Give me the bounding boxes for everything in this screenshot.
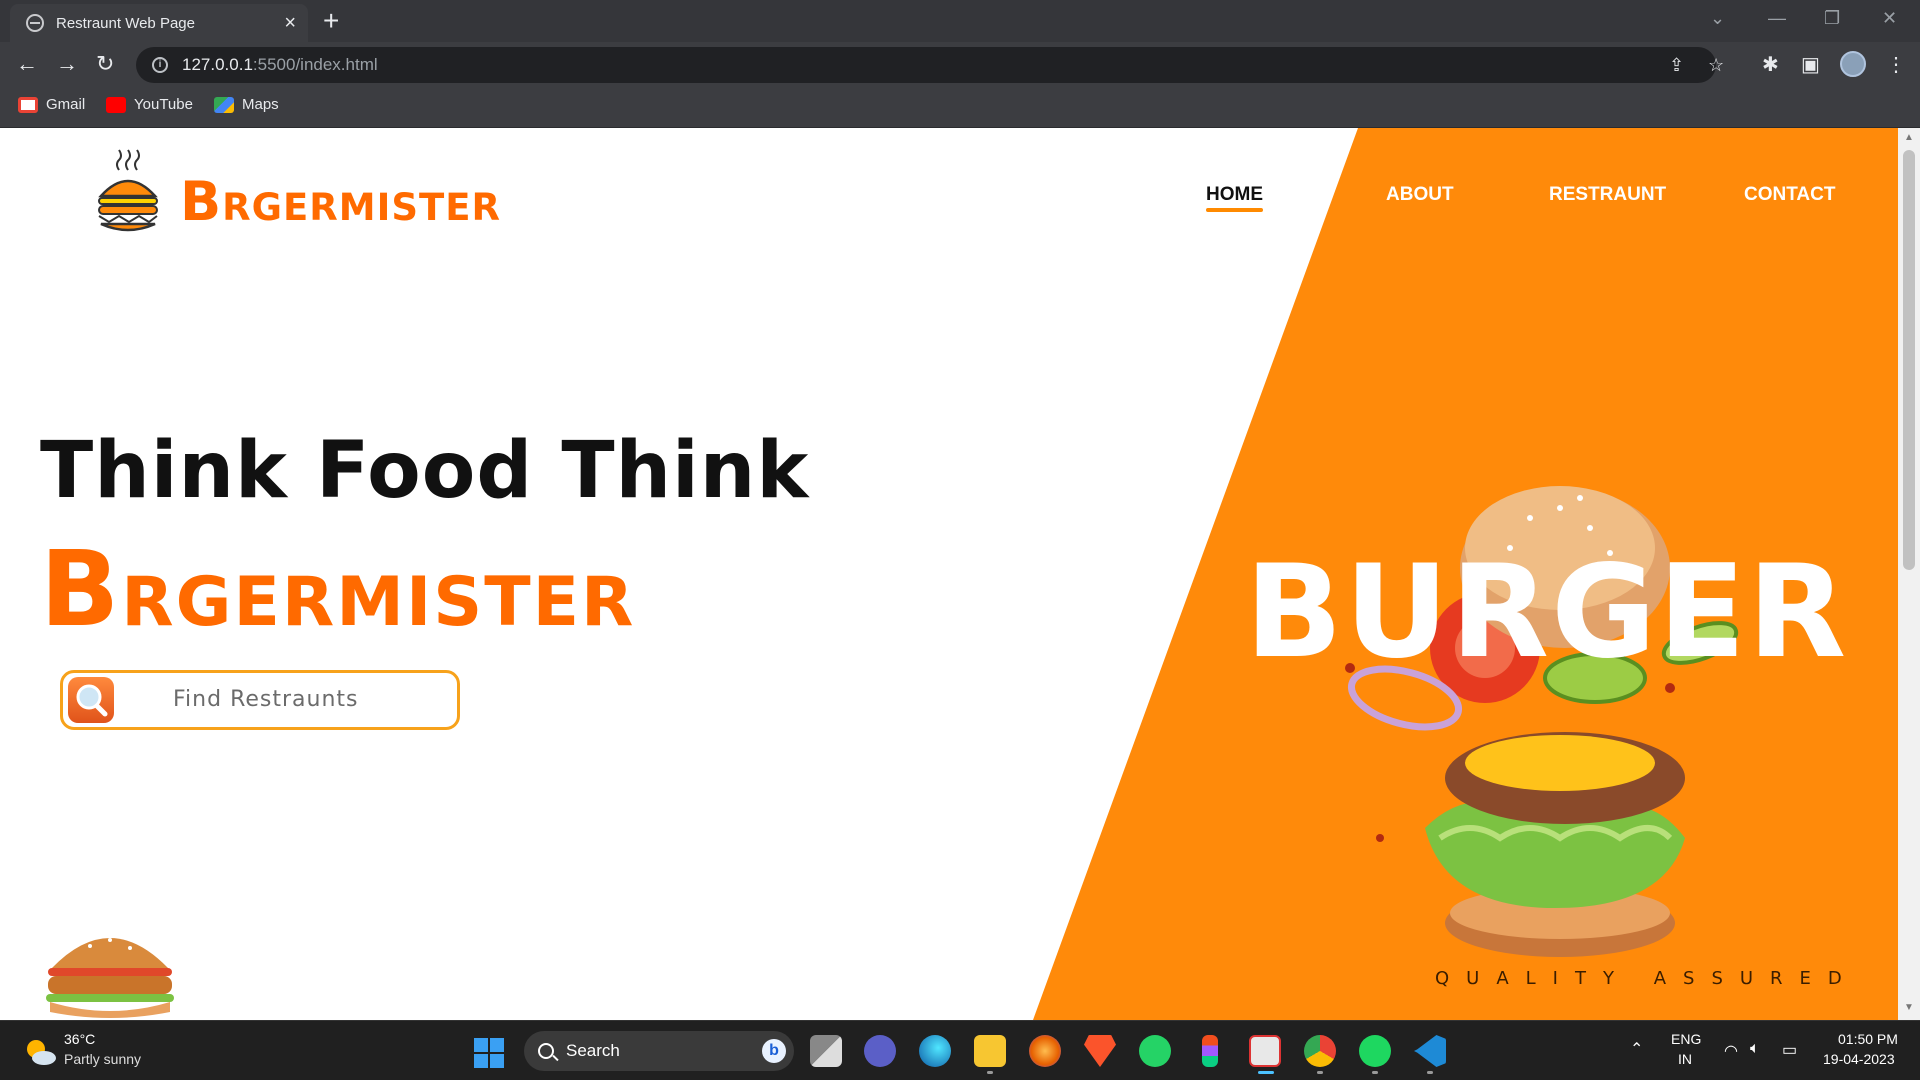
snipping-tool-icon[interactable] [1249, 1035, 1281, 1067]
clock-time[interactable]: 01:50 PM [1838, 1031, 1898, 1047]
extensions-icon[interactable]: ✱ [1762, 52, 1779, 77]
page-viewport: BRGERMISTER HOME ABOUT RESTRAUNT CONTACT… [0, 128, 1898, 1020]
browser-toolbar: ← → ↻ i 127.0.0.1:5500/index.html ⇪ ☆ [0, 42, 1920, 88]
share-icon[interactable]: ⇪ [1669, 55, 1684, 76]
scroll-down-icon[interactable]: ▼ [1904, 1002, 1914, 1013]
bookmark-maps[interactable]: Maps [214, 96, 279, 113]
active-app-indicator [1258, 1071, 1274, 1074]
chrome-menu-icon[interactable]: ⋮ [1886, 52, 1906, 77]
side-panel-icon[interactable]: ▣ [1801, 52, 1820, 77]
spotify-running-indicator [1372, 1071, 1378, 1074]
vscode-icon[interactable] [1414, 1035, 1446, 1067]
vscode-running-indicator [1427, 1071, 1433, 1074]
file-explorer-running-indicator [987, 1071, 993, 1074]
back-button[interactable]: ← [16, 52, 38, 76]
task-view-icon[interactable] [810, 1035, 842, 1067]
forward-button[interactable]: → [56, 52, 78, 76]
clock-date[interactable]: 19-04-2023 [1823, 1051, 1895, 1067]
bookmarks-bar: Gmail YouTube Maps [0, 88, 1920, 128]
edge-icon[interactable] [919, 1035, 951, 1067]
bookmark-gmail[interactable]: Gmail [18, 96, 85, 113]
magnifier-icon [76, 684, 108, 717]
partly-sunny-icon[interactable] [24, 1037, 56, 1067]
tab-title: Restraunt Web Page [56, 14, 195, 32]
tab-strip: Restraunt Web Page × + ⌄ — ❐ ✕ [0, 0, 1920, 42]
chrome-running-indicator [1317, 1071, 1323, 1074]
search-input[interactable] [173, 687, 433, 712]
burger-logo-icon [98, 149, 158, 232]
weather-temperature[interactable]: 36°C [64, 1031, 95, 1047]
file-explorer-icon[interactable] [974, 1035, 1006, 1067]
show-hidden-icons-chevron-icon[interactable]: ⌃ [1630, 1039, 1643, 1059]
maps-icon [214, 96, 234, 113]
weather-description[interactable]: Partly sunny [64, 1051, 141, 1067]
chrome-icon[interactable] [1304, 1035, 1336, 1067]
bing-icon[interactable]: b [762, 1039, 786, 1063]
brave-icon[interactable] [1084, 1035, 1116, 1067]
globe-icon [26, 14, 44, 32]
nav-restraunt[interactable]: RESTRAUNT [1549, 184, 1666, 206]
site-logo[interactable]: BRGERMISTER [180, 170, 501, 233]
language-indicator[interactable]: ENG [1671, 1031, 1701, 1047]
battery-icon[interactable]: ▭ [1782, 1040, 1797, 1060]
nav-home[interactable]: HOME [1206, 184, 1263, 212]
close-tab-icon[interactable]: × [284, 13, 296, 33]
restore-button[interactable]: ❐ [1824, 8, 1840, 29]
site-info-icon[interactable]: i [152, 57, 168, 73]
page-scrollbar[interactable]: ▲ ▼ [1898, 128, 1920, 1020]
minimize-button[interactable]: — [1768, 8, 1786, 29]
whatsapp-icon[interactable] [1139, 1035, 1171, 1067]
address-bar[interactable]: i 127.0.0.1:5500/index.html ⇪ ☆ [136, 47, 1724, 83]
hero-burger-word: BURGER [1245, 538, 1849, 687]
browser-tab[interactable]: Restraunt Web Page × [10, 4, 308, 42]
figma-icon[interactable] [1202, 1035, 1218, 1067]
close-window-button[interactable]: ✕ [1882, 8, 1897, 29]
teams-chat-icon[interactable] [864, 1035, 896, 1067]
youtube-icon [106, 96, 126, 113]
search-icon [538, 1043, 554, 1059]
taskbar-search[interactable]: Search b [524, 1031, 794, 1071]
region-indicator[interactable]: IN [1678, 1051, 1692, 1067]
bookmark-star-icon[interactable]: ☆ [1708, 55, 1724, 76]
new-tab-button[interactable]: + [323, 6, 339, 36]
tagline: QUALITY ASSURED [1435, 968, 1859, 989]
burger-thumbnail-image [46, 938, 174, 1018]
nav-about[interactable]: ABOUT [1386, 184, 1454, 206]
volume-icon[interactable]: 🔈︎ [1750, 1040, 1760, 1058]
profile-avatar[interactable] [1840, 51, 1866, 77]
bookmark-youtube[interactable]: YouTube [106, 96, 193, 113]
firefox-icon[interactable] [1029, 1035, 1061, 1067]
hero-brand-name: BRGERMISTER [40, 528, 636, 650]
scroll-thumb[interactable] [1903, 150, 1915, 570]
nav-contact[interactable]: CONTACT [1744, 184, 1835, 206]
start-button[interactable] [474, 1038, 504, 1068]
windows-taskbar: 36°C Partly sunny Search b ⌃ ENG IN ◠ 🔈︎… [0, 1020, 1920, 1080]
gmail-icon [18, 96, 38, 113]
reload-button[interactable]: ↻ [96, 52, 114, 76]
spotify-icon[interactable] [1359, 1035, 1391, 1067]
restaurant-search [60, 670, 460, 730]
hero-headline: Think Food Think [40, 426, 810, 516]
tab-search-icon[interactable]: ⌄ [1710, 8, 1725, 29]
url-text[interactable]: 127.0.0.1:5500/index.html [182, 55, 378, 75]
scroll-up-icon[interactable]: ▲ [1904, 132, 1914, 143]
wifi-icon[interactable]: ◠ [1724, 1041, 1738, 1061]
search-button[interactable] [68, 677, 114, 723]
